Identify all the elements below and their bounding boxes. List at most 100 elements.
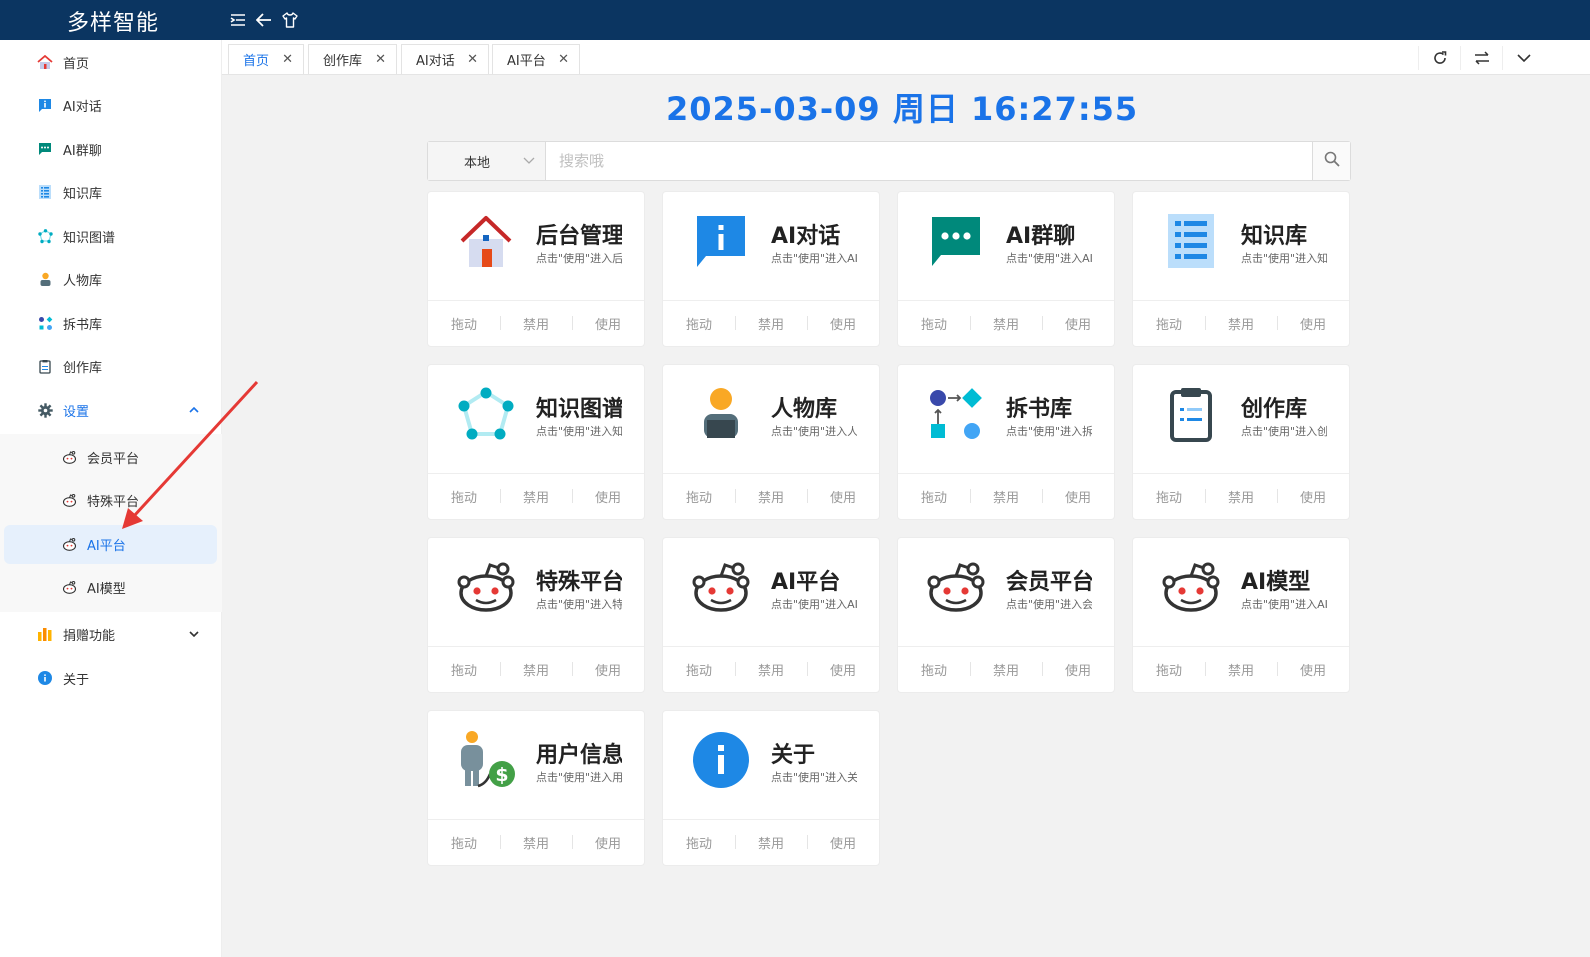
app-card: AI平台 点击"使用"进入AI平台 拖动 禁用 使用 [662, 537, 880, 693]
card-actions: 拖动 禁用 使用 [1133, 646, 1349, 692]
sidebar-item-special-platform[interactable]: 特殊平台 [0, 480, 222, 520]
disable-button[interactable]: 禁用 [735, 660, 807, 679]
close-icon[interactable]: ✕ [558, 52, 569, 67]
use-button[interactable]: 使用 [807, 833, 879, 852]
tab-creation[interactable]: 创作库 ✕ [308, 44, 397, 74]
search-button[interactable] [1312, 142, 1350, 180]
disable-button[interactable]: 禁用 [1205, 660, 1277, 679]
app-title: 多样智能 [67, 11, 160, 36]
use-button[interactable]: 使用 [572, 487, 644, 506]
sidebar-item-member-platform[interactable]: 会员平台 [0, 437, 222, 477]
search-input[interactable] [547, 142, 1312, 180]
disable-button[interactable]: 禁用 [735, 833, 807, 852]
use-button[interactable]: 使用 [807, 660, 879, 679]
gear-icon [37, 402, 53, 418]
tab-home[interactable]: 首页 ✕ [228, 44, 304, 74]
use-button[interactable]: 使用 [572, 314, 644, 333]
disable-button[interactable]: 禁用 [500, 833, 572, 852]
sidebar-item-home[interactable]: 首页 [0, 42, 222, 82]
use-button[interactable]: 使用 [1042, 487, 1114, 506]
search-scope-select[interactable]: 本地 [428, 142, 546, 180]
card-actions: 拖动 禁用 使用 [898, 646, 1114, 692]
disable-button[interactable]: 禁用 [735, 314, 807, 333]
disable-button[interactable]: 禁用 [970, 314, 1042, 333]
drag-button[interactable]: 拖动 [663, 660, 735, 679]
flow-icon [923, 381, 989, 447]
list-icon [1158, 208, 1224, 274]
use-button[interactable]: 使用 [1042, 660, 1114, 679]
card-title: 后台管理 [536, 224, 622, 249]
svg-text:$: $ [495, 764, 508, 786]
sidebar-item-characters[interactable]: 人物库 [0, 259, 222, 299]
drag-button[interactable]: 拖动 [898, 660, 970, 679]
sidebar-item-ai-group-chat[interactable]: AI群聊 [0, 129, 222, 169]
disable-button[interactable]: 禁用 [735, 487, 807, 506]
disable-button[interactable]: 禁用 [1205, 314, 1277, 333]
sidebar-item-donate[interactable]: 捐赠功能 [0, 614, 222, 654]
drag-button[interactable]: 拖动 [1133, 660, 1205, 679]
disable-button[interactable]: 禁用 [500, 660, 572, 679]
close-icon[interactable]: ✕ [375, 52, 386, 67]
sidebar-item-creation[interactable]: 创作库 [0, 346, 222, 386]
drag-button[interactable]: 拖动 [428, 660, 500, 679]
sidebar-item-settings[interactable]: 设置 [0, 390, 222, 430]
sidebar-item-about[interactable]: 关于 [0, 658, 222, 698]
search-icon [1324, 151, 1340, 171]
chevron-down-icon[interactable] [1502, 46, 1544, 70]
drag-button[interactable]: 拖动 [428, 314, 500, 333]
sidebar-item-knowledge-base[interactable]: 知识库 [0, 172, 222, 212]
tab-bar: 首页 ✕ 创作库 ✕ AI对话 ✕ AI平台 ✕ [222, 40, 1590, 75]
drag-button[interactable]: 拖动 [663, 487, 735, 506]
drag-button[interactable]: 拖动 [898, 314, 970, 333]
disable-button[interactable]: 禁用 [970, 487, 1042, 506]
datetime-display: 2025-03-09 周日 16:27:55 [666, 90, 1139, 128]
card-subtitle: 点击"使用"进入关于 [771, 771, 857, 784]
use-button[interactable]: 使用 [1277, 487, 1349, 506]
use-button[interactable]: 使用 [807, 314, 879, 333]
card-subtitle: 点击"使用"进入后台 [536, 252, 622, 265]
sidebar-item-knowledge-graph[interactable]: 知识图谱 [0, 216, 222, 256]
drag-button[interactable]: 拖动 [898, 487, 970, 506]
card-title: 特殊平台 [536, 570, 622, 595]
use-button[interactable]: 使用 [572, 833, 644, 852]
bar-chart-icon [37, 626, 53, 642]
refresh-icon[interactable] [1418, 46, 1460, 70]
card-title: 会员平台 [1006, 570, 1092, 595]
shirt-icon[interactable] [281, 10, 299, 30]
use-button[interactable]: 使用 [1277, 660, 1349, 679]
disable-button[interactable]: 禁用 [500, 487, 572, 506]
drag-button[interactable]: 拖动 [1133, 487, 1205, 506]
card-subtitle: 点击"使用"进入特殊平台 [536, 598, 622, 611]
use-button[interactable]: 使用 [807, 487, 879, 506]
use-button[interactable]: 使用 [572, 660, 644, 679]
drag-button[interactable]: 拖动 [663, 314, 735, 333]
switch-icon[interactable] [1460, 46, 1502, 70]
graph-icon [453, 381, 519, 447]
drag-button[interactable]: 拖动 [1133, 314, 1205, 333]
drag-button[interactable]: 拖动 [428, 487, 500, 506]
use-button[interactable]: 使用 [1277, 314, 1349, 333]
close-icon[interactable]: ✕ [282, 52, 293, 67]
group-chat-icon [923, 208, 989, 274]
disable-button[interactable]: 禁用 [1205, 487, 1277, 506]
disable-button[interactable]: 禁用 [500, 314, 572, 333]
disable-button[interactable]: 禁用 [970, 660, 1042, 679]
tab-ai-chat[interactable]: AI对话 ✕ [401, 44, 489, 74]
menu-toggle-icon[interactable] [229, 10, 247, 30]
close-icon[interactable]: ✕ [467, 52, 478, 67]
use-button[interactable]: 使用 [1042, 314, 1114, 333]
graph-icon [37, 228, 53, 244]
sidebar-item-ai-platform[interactable]: AI平台 [0, 524, 222, 564]
tab-label: AI对话 [416, 54, 455, 69]
back-arrow-icon[interactable] [255, 10, 273, 30]
tab-ai-platform[interactable]: AI平台 ✕ [492, 44, 580, 74]
app-card: 特殊平台 点击"使用"进入特殊平台 拖动 禁用 使用 [427, 537, 645, 693]
sidebar-item-book-split[interactable]: 拆书库 [0, 303, 222, 343]
reddit-icon [1158, 554, 1224, 620]
sidebar-item-ai-chat[interactable]: AI对话 [0, 85, 222, 125]
sidebar-item-ai-model[interactable]: AI模型 [0, 567, 222, 607]
list-icon [37, 184, 53, 200]
drag-button[interactable]: 拖动 [428, 833, 500, 852]
person-icon [37, 271, 53, 287]
drag-button[interactable]: 拖动 [663, 833, 735, 852]
